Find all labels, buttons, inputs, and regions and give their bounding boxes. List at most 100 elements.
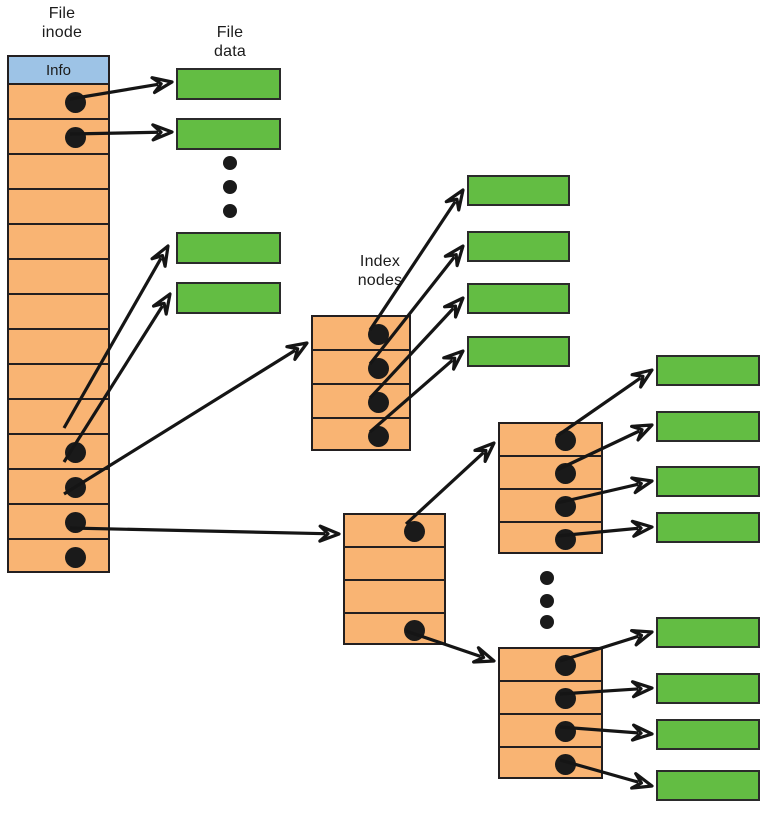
sub-index-upper-data-block-4 bbox=[656, 512, 760, 543]
sub-index-lower-data-block-3 bbox=[656, 719, 760, 750]
pointer-dot bbox=[555, 529, 576, 550]
inode-pointer-row-6 bbox=[7, 258, 110, 293]
inode-pointer-row-3 bbox=[7, 153, 110, 188]
sub-index-node-upper bbox=[498, 422, 603, 554]
sub-index-lower-data-block-2 bbox=[656, 673, 760, 704]
pointer-dot bbox=[368, 425, 389, 447]
pointer-dot bbox=[555, 496, 576, 517]
single-index-node-row-1 bbox=[311, 315, 411, 349]
sub-index-ellipsis-dot-3 bbox=[540, 615, 554, 629]
caption-index-nodes: Index nodes bbox=[357, 253, 403, 289]
arrow-inode-p14-to-dindex bbox=[69, 524, 341, 543]
pointer-dot bbox=[368, 391, 389, 413]
arrow-head bbox=[630, 680, 654, 699]
file-data-ellipsis-dot-2 bbox=[223, 180, 237, 194]
sub-index-node-upper-row-2 bbox=[498, 455, 603, 488]
arrow-head bbox=[285, 341, 309, 361]
file-data-block-4 bbox=[176, 282, 281, 314]
inode-info-cell: Info bbox=[7, 55, 110, 83]
file-data-ellipsis-dot-3 bbox=[223, 204, 237, 218]
sub-index-lower-data-block-1 bbox=[656, 617, 760, 648]
arrow-head bbox=[630, 628, 654, 647]
file-inode-block: Info bbox=[7, 55, 110, 573]
double-index-node-row-3 bbox=[343, 579, 446, 612]
arrow-head bbox=[630, 368, 654, 389]
inode-pointer-row-14 bbox=[7, 538, 110, 573]
arrow-head bbox=[442, 296, 465, 319]
file-data-block-2 bbox=[176, 118, 281, 150]
inode-pointer-row-10 bbox=[7, 398, 110, 433]
single-index-node-row-3 bbox=[311, 383, 411, 417]
caption-file-data: File data bbox=[214, 24, 246, 60]
sub-index-node-lower-row-3 bbox=[498, 713, 603, 746]
sub-index-node-lower-row-1 bbox=[498, 647, 603, 680]
single-index-data-block-4 bbox=[467, 336, 570, 367]
inode-pointer-row-1 bbox=[7, 83, 110, 118]
arrow-head bbox=[151, 292, 172, 316]
sub-index-node-upper-row-1 bbox=[498, 422, 603, 455]
inode-pointer-row-5 bbox=[7, 223, 110, 258]
file-data-block-3 bbox=[176, 232, 281, 264]
arrow-head bbox=[630, 476, 654, 495]
double-index-node-row-1 bbox=[343, 513, 446, 546]
single-index-node bbox=[311, 315, 411, 451]
pointer-dot bbox=[65, 547, 86, 568]
sub-index-ellipsis-dot-2 bbox=[540, 594, 554, 608]
inode-pointer-row-8 bbox=[7, 328, 110, 363]
pointer-dot bbox=[555, 754, 576, 775]
single-index-data-block-1 bbox=[467, 175, 570, 206]
sub-index-upper-data-block-1 bbox=[656, 355, 760, 386]
arrow-head bbox=[473, 441, 496, 463]
sub-index-node-lower-row-4 bbox=[498, 746, 603, 779]
arrow-dindex-r1-to-sub-upper bbox=[404, 441, 496, 526]
sub-index-lower-data-block-4 bbox=[656, 770, 760, 801]
arrow-head bbox=[630, 519, 654, 538]
pointer-dot bbox=[404, 620, 425, 641]
arrow-head bbox=[471, 646, 496, 664]
pointer-dot bbox=[65, 442, 86, 463]
sub-index-upper-data-block-3 bbox=[656, 466, 760, 497]
pointer-dot bbox=[555, 463, 576, 484]
arrow-head bbox=[443, 244, 465, 268]
file-data-ellipsis-dot-1 bbox=[223, 156, 237, 170]
pointer-dot bbox=[555, 688, 576, 709]
sub-index-upper-data-block-2 bbox=[656, 411, 760, 442]
single-index-data-block-2 bbox=[467, 231, 570, 262]
inode-pointer-row-11 bbox=[7, 433, 110, 468]
double-index-node bbox=[343, 513, 446, 645]
pointer-dot bbox=[65, 512, 86, 533]
sub-index-node-lower-row-2 bbox=[498, 680, 603, 713]
pointer-dot bbox=[368, 323, 389, 345]
arrow-head bbox=[150, 244, 170, 268]
sub-index-ellipsis-dot-1 bbox=[540, 571, 554, 585]
single-index-data-block-3 bbox=[467, 283, 570, 314]
caption-file-inode: File inode bbox=[41, 5, 83, 41]
file-data-block-1 bbox=[176, 68, 281, 100]
double-index-node-row-2 bbox=[343, 546, 446, 579]
inode-pointer-row-13 bbox=[7, 503, 110, 538]
pointer-dot bbox=[368, 357, 389, 379]
arrow-head bbox=[444, 188, 465, 212]
double-index-node-row-4 bbox=[343, 612, 446, 645]
arrow-head bbox=[630, 723, 654, 742]
single-index-node-row-4 bbox=[311, 417, 411, 451]
pointer-dot bbox=[555, 430, 576, 451]
pointer-dot bbox=[555, 721, 576, 742]
sub-index-node-upper-row-4 bbox=[498, 521, 603, 554]
arrow-head bbox=[630, 772, 654, 790]
sub-index-node-upper-row-3 bbox=[498, 488, 603, 521]
inode-pointer-row-12 bbox=[7, 468, 110, 503]
sub-index-node-lower bbox=[498, 647, 603, 779]
arrow-head bbox=[442, 349, 465, 371]
inode-pointer-row-7 bbox=[7, 293, 110, 328]
inode-pointer-row-4 bbox=[7, 188, 110, 223]
pointer-dot bbox=[555, 655, 576, 676]
pointer-dot bbox=[65, 127, 86, 148]
pointer-dot bbox=[65, 92, 86, 113]
pointer-dot bbox=[65, 477, 86, 498]
arrow-head bbox=[318, 524, 341, 543]
single-index-node-row-2 bbox=[311, 349, 411, 383]
pointer-dot bbox=[404, 521, 425, 542]
arrow-head bbox=[150, 76, 174, 95]
arrow-head bbox=[630, 423, 654, 442]
